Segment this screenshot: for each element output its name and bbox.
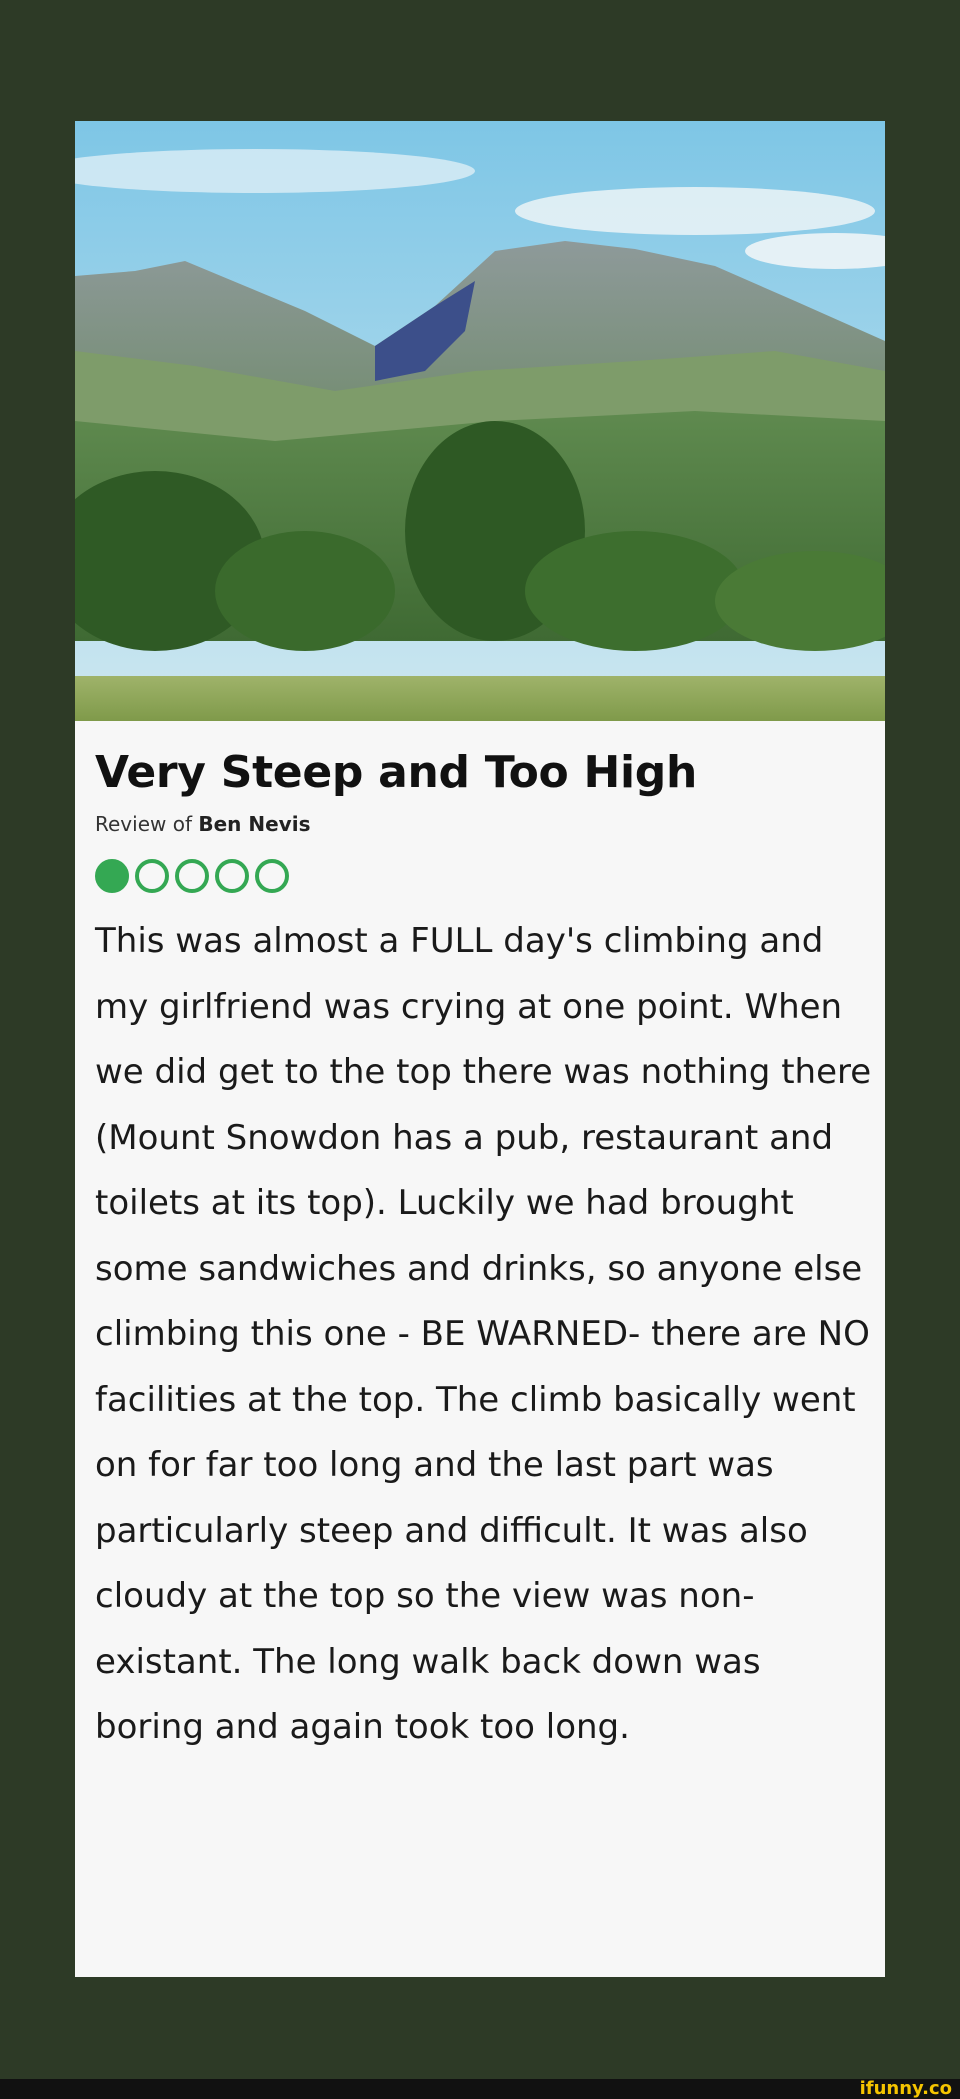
review-subtitle: Review of Ben Nevis [95,811,870,837]
rating-bubble-empty-icon [135,859,169,893]
rating-bubble-empty-icon [255,859,289,893]
page: Very Steep and Too High Review of Ben Ne… [0,0,960,2099]
rating-bubble-filled-icon [95,859,129,893]
review-title: Very Steep and Too High [95,747,698,798]
place-link[interactable]: Ben Nevis [198,812,310,836]
review-body: This was almost a FULL day's climbing an… [95,921,872,1747]
review-card: Very Steep and Too High Review of Ben Ne… [75,121,885,1977]
rating-bubble-empty-icon [175,859,209,893]
rating-bubble-empty-icon [215,859,249,893]
bubble-rating [95,859,870,899]
watermark-bar: ifunny.co [0,2079,960,2099]
mountain-photo [75,121,885,721]
watermark-logo: ifunny.co [859,2078,952,2099]
review-content: Very Steep and Too High Review of Ben Ne… [95,747,871,1761]
subtitle-prefix: Review of [95,812,199,836]
